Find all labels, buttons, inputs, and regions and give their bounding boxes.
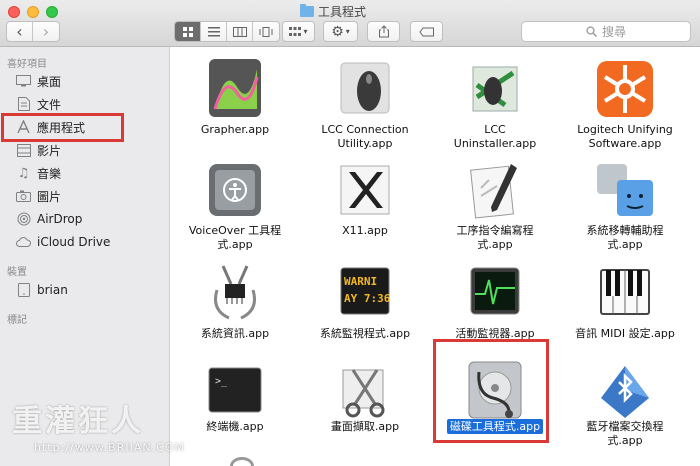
list-view-button[interactable] [201,22,227,41]
sidebar-item-music[interactable]: ♫ 音樂 [16,163,166,183]
script-editor-icon [463,158,527,222]
voiceover-icon [203,158,267,222]
share-button[interactable] [367,21,400,42]
tag-icon [418,27,434,36]
music-icon: ♫ [17,165,30,181]
uninstaller-icon [463,57,527,121]
sidebar-item-label: iCloud Drive [37,235,111,249]
zoom-window-button[interactable] [46,6,58,18]
svg-text:>_: >_ [215,376,228,387]
sidebar-item-icloud-drive[interactable]: iCloud Drive [16,232,166,252]
gear-icon: ⚙ [331,23,344,40]
sidebar-item-brian[interactable]: brian ⏏ [16,280,179,300]
harddisk-icon [16,283,31,297]
icon-view-icon [182,26,193,37]
system-information-icon [203,260,267,324]
search-icon [586,26,597,37]
arrange-icon [289,26,302,36]
share-icon [378,25,389,38]
chevron-down-icon: ▾ [303,27,308,36]
sidebar-item-label: AirDrop [37,212,83,226]
migration-assistant-icon [593,158,657,222]
icloud-icon [16,235,31,249]
column-view-icon [232,26,247,37]
app-label: LCC Uninstaller.app [453,123,537,150]
sidebar-item-movies[interactable]: 影片 [16,140,166,160]
app-label: 畫面擷取.app [330,420,400,433]
app-label: 藍牙檔案交換程 式.app [586,420,664,447]
console-icon: WARNI AY 7:36 [333,260,397,324]
svg-text:AY 7:36: AY 7:36 [344,292,391,305]
window-title: 工具程式 [300,3,366,19]
favorites-header: 喜好項目 [7,59,47,70]
back-icon: ‹ [16,22,23,41]
navigation-buttons: ‹ › [6,21,60,42]
highlight-applications [1,113,124,142]
tags-header: 標記 [7,315,27,326]
forward-button[interactable]: › [33,22,59,41]
sidebar-item-label: 文件 [37,97,62,112]
app-label: VoiceOver 工具程 式.app [188,224,282,251]
window-title-text: 工具程式 [318,4,367,19]
minimize-window-button[interactable] [27,6,39,18]
watermark-logo: 重灌狂人 [12,404,144,439]
view-mode-control [174,21,280,42]
sidebar-item-label: 圖片 [37,189,62,204]
app-label: 系統監視程式.app [319,327,411,340]
app-label: Logitech Unifying Software.app [577,123,673,150]
airdrop-icon [16,212,31,226]
bluetooth-icon [593,360,657,424]
app-label: 系統資訊.app [200,327,270,340]
watermark-url: http://www.BRIIAN.COM [34,441,185,454]
mouse-icon [333,57,397,121]
piano-keyboard-icon [593,260,657,324]
title-bar: 工具程式 ‹ › ▾ ⚙ ▾ 搜尋 [0,0,700,47]
coverflow-view-icon [259,26,273,37]
movies-icon [16,143,31,157]
arrange-button[interactable]: ▾ [282,21,315,42]
forward-icon: › [42,22,50,41]
close-window-button[interactable] [8,6,20,18]
chevron-down-icon: ▾ [345,27,350,36]
activity-monitor-icon [463,260,527,324]
sidebar-item-pictures[interactable]: 圖片 [16,186,166,206]
app-label: X11.app [342,224,388,237]
partial-app-icon [230,457,254,466]
grapher-icon [203,57,267,121]
list-view-icon [207,26,220,36]
logitech-unifying-icon [593,57,657,121]
tag-button[interactable] [410,21,443,42]
desktop-icon [16,74,31,88]
sidebar-item-label: 影片 [37,143,62,158]
terminal-icon: >_ [203,360,267,424]
sidebar-item-label: 音樂 [37,166,62,181]
sidebar-item-airdrop[interactable]: AirDrop [16,209,166,229]
app-label: LCC Connection Utility.app [321,123,409,150]
search-placeholder: 搜尋 [601,25,626,39]
highlight-disk-utility [433,339,549,443]
camera-icon [16,189,31,203]
documents-icon [16,97,31,111]
column-view-button[interactable] [227,22,253,41]
app-label: 工序指令編寫程 式.app [456,224,534,251]
app-label: 音訊 MIDI 設定.app [575,327,675,340]
sidebar-item-documents[interactable]: 文件 [16,94,166,114]
folder-icon [300,3,314,17]
coverflow-view-button[interactable] [253,22,279,41]
back-button[interactable]: ‹ [7,22,33,41]
app-label: Grapher.app [200,123,270,136]
grab-scissors-icon [333,360,397,424]
x11-icon [333,158,397,222]
action-button[interactable]: ⚙ ▾ [323,21,358,42]
sidebar-item-label: 桌面 [37,74,62,89]
icon-view-button[interactable] [175,22,201,41]
svg-text:WARNI: WARNI [344,275,377,288]
app-label: 終端機.app [206,420,264,433]
sidebar-item-desktop[interactable]: 桌面 [16,71,166,91]
app-label: 系統移轉輔助程 式.app [586,224,664,251]
devices-header: 裝置 [7,267,27,278]
sidebar-item-label: brian [37,283,68,297]
search-field[interactable]: 搜尋 [521,21,691,42]
